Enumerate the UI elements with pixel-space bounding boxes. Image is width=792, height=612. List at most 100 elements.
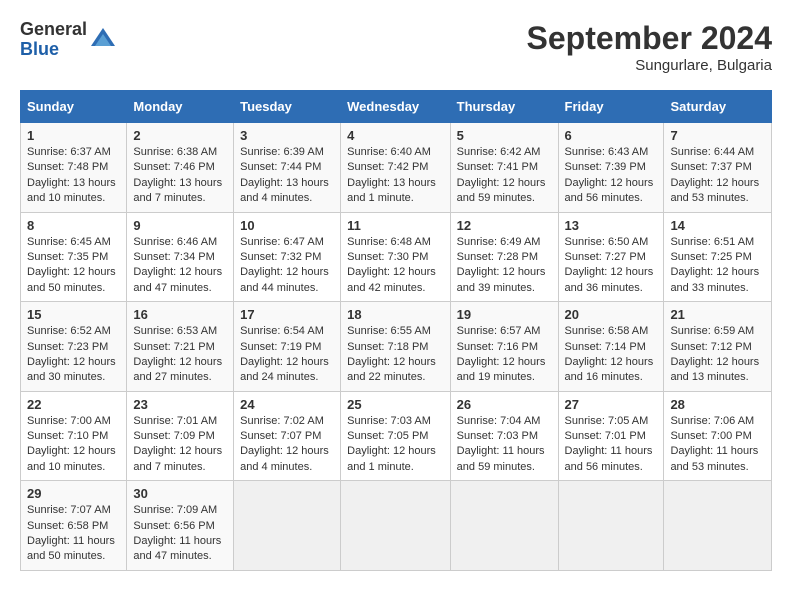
day-of-week-header: Friday: [558, 91, 664, 123]
day-number: 1: [27, 128, 120, 143]
calendar-week-row: 1 Sunrise: 6:37 AMSunset: 7:48 PMDayligh…: [21, 123, 772, 213]
day-number: 22: [27, 397, 120, 412]
calendar-day-cell: 3 Sunrise: 6:39 AMSunset: 7:44 PMDayligh…: [234, 123, 341, 213]
day-info: Sunrise: 6:45 AMSunset: 7:35 PMDaylight:…: [27, 236, 116, 294]
day-number: 12: [457, 218, 552, 233]
day-number: 3: [240, 128, 334, 143]
day-info: Sunrise: 6:43 AMSunset: 7:39 PMDaylight:…: [565, 146, 654, 204]
calendar-day-cell: [450, 481, 558, 571]
day-number: 24: [240, 397, 334, 412]
day-info: Sunrise: 7:01 AMSunset: 7:09 PMDaylight:…: [133, 415, 222, 473]
calendar-week-row: 8 Sunrise: 6:45 AMSunset: 7:35 PMDayligh…: [21, 212, 772, 302]
day-number: 6: [565, 128, 658, 143]
day-number: 26: [457, 397, 552, 412]
title-area: September 2024 Sungurlare, Bulgaria: [527, 20, 772, 74]
month-title: September 2024: [527, 20, 772, 57]
calendar-day-cell: [234, 481, 341, 571]
day-number: 9: [133, 218, 227, 233]
calendar-day-cell: 11 Sunrise: 6:48 AMSunset: 7:30 PMDaylig…: [341, 212, 451, 302]
day-number: 28: [670, 397, 765, 412]
calendar-day-cell: 24 Sunrise: 7:02 AMSunset: 7:07 PMDaylig…: [234, 391, 341, 481]
day-number: 14: [670, 218, 765, 233]
calendar-day-cell: 2 Sunrise: 6:38 AMSunset: 7:46 PMDayligh…: [127, 123, 234, 213]
day-info: Sunrise: 6:54 AMSunset: 7:19 PMDaylight:…: [240, 325, 329, 383]
calendar-day-cell: [664, 481, 772, 571]
day-number: 13: [565, 218, 658, 233]
day-info: Sunrise: 7:03 AMSunset: 7:05 PMDaylight:…: [347, 415, 436, 473]
calendar-day-cell: 30 Sunrise: 7:09 AMSunset: 6:56 PMDaylig…: [127, 481, 234, 571]
calendar-day-cell: 21 Sunrise: 6:59 AMSunset: 7:12 PMDaylig…: [664, 302, 772, 392]
calendar-table: SundayMondayTuesdayWednesdayThursdayFrid…: [20, 90, 772, 571]
day-info: Sunrise: 6:38 AMSunset: 7:46 PMDaylight:…: [133, 146, 222, 204]
calendar-day-cell: 27 Sunrise: 7:05 AMSunset: 7:01 PMDaylig…: [558, 391, 664, 481]
day-info: Sunrise: 6:59 AMSunset: 7:12 PMDaylight:…: [670, 325, 759, 383]
day-info: Sunrise: 6:46 AMSunset: 7:34 PMDaylight:…: [133, 236, 222, 294]
logo: General Blue: [20, 20, 117, 60]
calendar-header-row: SundayMondayTuesdayWednesdayThursdayFrid…: [21, 91, 772, 123]
calendar-day-cell: 25 Sunrise: 7:03 AMSunset: 7:05 PMDaylig…: [341, 391, 451, 481]
calendar-day-cell: 12 Sunrise: 6:49 AMSunset: 7:28 PMDaylig…: [450, 212, 558, 302]
day-number: 25: [347, 397, 444, 412]
calendar-day-cell: [341, 481, 451, 571]
day-number: 7: [670, 128, 765, 143]
day-info: Sunrise: 6:58 AMSunset: 7:14 PMDaylight:…: [565, 325, 654, 383]
day-number: 8: [27, 218, 120, 233]
day-number: 18: [347, 307, 444, 322]
day-number: 15: [27, 307, 120, 322]
day-number: 17: [240, 307, 334, 322]
day-number: 20: [565, 307, 658, 322]
logo-blue: Blue: [20, 40, 87, 60]
day-info: Sunrise: 6:55 AMSunset: 7:18 PMDaylight:…: [347, 325, 436, 383]
calendar-week-row: 29 Sunrise: 7:07 AMSunset: 6:58 PMDaylig…: [21, 481, 772, 571]
logo-general: General: [20, 20, 87, 40]
calendar-week-row: 15 Sunrise: 6:52 AMSunset: 7:23 PMDaylig…: [21, 302, 772, 392]
calendar-day-cell: 28 Sunrise: 7:06 AMSunset: 7:00 PMDaylig…: [664, 391, 772, 481]
calendar-day-cell: 13 Sunrise: 6:50 AMSunset: 7:27 PMDaylig…: [558, 212, 664, 302]
day-info: Sunrise: 6:42 AMSunset: 7:41 PMDaylight:…: [457, 146, 546, 204]
calendar-day-cell: 18 Sunrise: 6:55 AMSunset: 7:18 PMDaylig…: [341, 302, 451, 392]
day-number: 11: [347, 218, 444, 233]
calendar-body: 1 Sunrise: 6:37 AMSunset: 7:48 PMDayligh…: [21, 123, 772, 571]
calendar-day-cell: 6 Sunrise: 6:43 AMSunset: 7:39 PMDayligh…: [558, 123, 664, 213]
calendar-day-cell: 20 Sunrise: 6:58 AMSunset: 7:14 PMDaylig…: [558, 302, 664, 392]
day-number: 2: [133, 128, 227, 143]
logo-icon: [89, 26, 117, 54]
day-info: Sunrise: 7:09 AMSunset: 6:56 PMDaylight:…: [133, 504, 221, 562]
day-number: 29: [27, 486, 120, 501]
calendar-day-cell: 19 Sunrise: 6:57 AMSunset: 7:16 PMDaylig…: [450, 302, 558, 392]
calendar-day-cell: 9 Sunrise: 6:46 AMSunset: 7:34 PMDayligh…: [127, 212, 234, 302]
day-info: Sunrise: 6:53 AMSunset: 7:21 PMDaylight:…: [133, 325, 222, 383]
day-of-week-header: Thursday: [450, 91, 558, 123]
subtitle: Sungurlare, Bulgaria: [527, 57, 772, 74]
day-number: 10: [240, 218, 334, 233]
day-info: Sunrise: 7:02 AMSunset: 7:07 PMDaylight:…: [240, 415, 329, 473]
day-info: Sunrise: 6:50 AMSunset: 7:27 PMDaylight:…: [565, 236, 654, 294]
day-number: 30: [133, 486, 227, 501]
calendar-day-cell: 26 Sunrise: 7:04 AMSunset: 7:03 PMDaylig…: [450, 391, 558, 481]
calendar-week-row: 22 Sunrise: 7:00 AMSunset: 7:10 PMDaylig…: [21, 391, 772, 481]
day-info: Sunrise: 6:49 AMSunset: 7:28 PMDaylight:…: [457, 236, 546, 294]
day-info: Sunrise: 7:04 AMSunset: 7:03 PMDaylight:…: [457, 415, 545, 473]
day-info: Sunrise: 7:06 AMSunset: 7:00 PMDaylight:…: [670, 415, 758, 473]
day-info: Sunrise: 6:40 AMSunset: 7:42 PMDaylight:…: [347, 146, 436, 204]
day-number: 4: [347, 128, 444, 143]
calendar-day-cell: 4 Sunrise: 6:40 AMSunset: 7:42 PMDayligh…: [341, 123, 451, 213]
day-info: Sunrise: 6:37 AMSunset: 7:48 PMDaylight:…: [27, 146, 116, 204]
calendar-day-cell: 15 Sunrise: 6:52 AMSunset: 7:23 PMDaylig…: [21, 302, 127, 392]
day-of-week-header: Monday: [127, 91, 234, 123]
calendar-day-cell: 10 Sunrise: 6:47 AMSunset: 7:32 PMDaylig…: [234, 212, 341, 302]
calendar-day-cell: [558, 481, 664, 571]
day-number: 19: [457, 307, 552, 322]
day-number: 16: [133, 307, 227, 322]
day-of-week-header: Saturday: [664, 91, 772, 123]
calendar-day-cell: 16 Sunrise: 6:53 AMSunset: 7:21 PMDaylig…: [127, 302, 234, 392]
page-header: General Blue September 2024 Sungurlare, …: [20, 20, 772, 74]
day-of-week-header: Wednesday: [341, 91, 451, 123]
day-number: 5: [457, 128, 552, 143]
day-info: Sunrise: 7:07 AMSunset: 6:58 PMDaylight:…: [27, 504, 115, 562]
calendar-day-cell: 14 Sunrise: 6:51 AMSunset: 7:25 PMDaylig…: [664, 212, 772, 302]
calendar-day-cell: 23 Sunrise: 7:01 AMSunset: 7:09 PMDaylig…: [127, 391, 234, 481]
day-info: Sunrise: 6:47 AMSunset: 7:32 PMDaylight:…: [240, 236, 329, 294]
day-of-week-header: Tuesday: [234, 91, 341, 123]
calendar-day-cell: 17 Sunrise: 6:54 AMSunset: 7:19 PMDaylig…: [234, 302, 341, 392]
